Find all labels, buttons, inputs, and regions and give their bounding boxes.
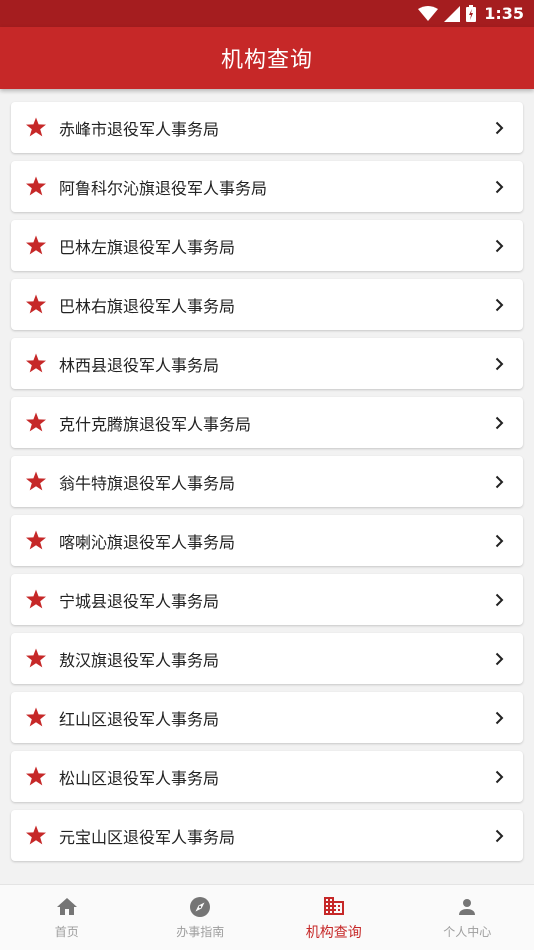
nav-label: 办事指南 — [176, 925, 225, 939]
star-icon — [26, 589, 46, 608]
list-item[interactable]: 翁牛特旗退役军人事务局 — [11, 456, 523, 507]
nav-label: 首页 — [54, 925, 79, 939]
nav-item-profile[interactable]: 个人中心 — [401, 885, 534, 950]
star-icon — [26, 353, 46, 372]
nav-item-guide[interactable]: 办事指南 — [134, 885, 268, 950]
chevron-right-icon — [495, 180, 504, 193]
page-title: 机构查询 — [220, 48, 313, 73]
star-icon — [26, 707, 46, 726]
list-item-label: 赤峰市退役军人事务局 — [59, 119, 220, 139]
list-item-label: 敖汉旗退役军人事务局 — [59, 650, 220, 670]
list-item[interactable]: 阿鲁科尔沁旗退役军人事务局 — [11, 161, 523, 212]
wifi-icon — [418, 5, 439, 21]
star-icon — [26, 766, 46, 785]
chevron-right-icon — [495, 711, 504, 724]
list-item-label: 巴林右旗退役军人事务局 — [59, 296, 236, 316]
list-item[interactable]: 松山区退役军人事务局 — [11, 751, 523, 802]
building-icon — [323, 896, 344, 915]
chevron-right-icon — [495, 298, 504, 311]
chevron-right-icon — [495, 239, 504, 252]
battery-icon — [466, 5, 477, 22]
list-item[interactable]: 赤峰市退役军人事务局 — [11, 102, 523, 153]
list-item[interactable]: 巴林左旗退役军人事务局 — [11, 220, 523, 271]
institution-list: 赤峰市退役军人事务局 阿鲁科尔沁旗退役军人事务局 巴林左旗退役军人事务局 巴林右… — [11, 102, 523, 869]
nav-item-institution[interactable]: 机构查询 — [267, 885, 401, 950]
list-item[interactable]: 红山区退役军人事务局 — [11, 692, 523, 743]
nav-item-home[interactable]: 首页 — [0, 885, 134, 950]
chevron-right-icon — [495, 829, 504, 842]
bottom-nav: 首页 办事指南 机构查询 个人中心 — [0, 884, 534, 950]
list-item[interactable]: 敖汉旗退役军人事务局 — [11, 633, 523, 684]
star-icon — [26, 294, 46, 313]
nav-label: 机构查询 — [305, 924, 362, 941]
chevron-right-icon — [495, 770, 504, 783]
chevron-right-icon — [495, 534, 504, 547]
list-item-label: 喀喇沁旗退役军人事务局 — [59, 532, 236, 552]
status-bar: 1:35 — [0, 0, 534, 27]
star-icon — [26, 235, 46, 254]
star-icon — [26, 471, 46, 490]
chevron-right-icon — [495, 121, 504, 134]
chevron-right-icon — [495, 652, 504, 665]
star-icon — [26, 530, 46, 549]
chevron-right-icon — [495, 357, 504, 370]
signal-icon — [444, 5, 461, 22]
list-item[interactable]: 巴林右旗退役军人事务局 — [11, 279, 523, 330]
list-item-label: 克什克腾旗退役军人事务局 — [59, 414, 252, 434]
chevron-right-icon — [495, 593, 504, 606]
list-item[interactable]: 克什克腾旗退役军人事务局 — [11, 397, 523, 448]
compass-icon — [190, 897, 211, 917]
star-icon — [26, 176, 46, 195]
list-item-label: 林西县退役军人事务局 — [59, 355, 220, 375]
list-item-label: 巴林左旗退役军人事务局 — [59, 237, 236, 257]
list-item-label: 元宝山区退役军人事务局 — [59, 827, 236, 847]
app-bar: 机构查询 — [0, 27, 534, 89]
star-icon — [26, 412, 46, 431]
list-item-label: 宁城县退役军人事务局 — [59, 591, 220, 611]
home-icon — [56, 898, 77, 915]
chevron-right-icon — [495, 475, 504, 488]
list-item-label: 红山区退役军人事务局 — [59, 709, 220, 729]
list-item-label: 翁牛特旗退役军人事务局 — [59, 473, 236, 493]
list-item-label: 松山区退役军人事务局 — [59, 768, 220, 788]
star-icon — [26, 825, 46, 844]
status-time: 1:35 — [484, 4, 524, 23]
nav-label: 个人中心 — [443, 925, 492, 939]
list-item[interactable]: 喀喇沁旗退役军人事务局 — [11, 515, 523, 566]
chevron-right-icon — [495, 416, 504, 429]
star-icon — [26, 648, 46, 667]
star-icon — [26, 117, 46, 136]
list-item[interactable]: 林西县退役军人事务局 — [11, 338, 523, 389]
list-item[interactable]: 宁城县退役军人事务局 — [11, 574, 523, 625]
list-item-label: 阿鲁科尔沁旗退役军人事务局 — [59, 178, 268, 198]
person-icon — [459, 899, 476, 915]
list-item[interactable]: 元宝山区退役军人事务局 — [11, 810, 523, 861]
